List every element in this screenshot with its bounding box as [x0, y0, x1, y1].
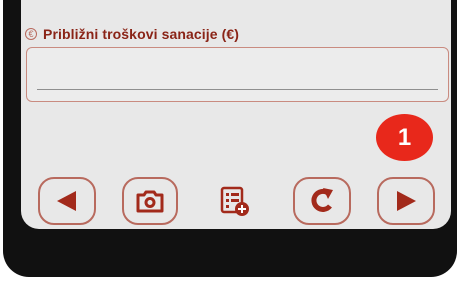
camera-icon: [136, 190, 164, 213]
refresh-button[interactable]: [293, 177, 351, 225]
refresh-icon: [311, 188, 333, 212]
add-list-button[interactable]: [212, 177, 256, 225]
repair-cost-input[interactable]: [26, 47, 449, 102]
input-underline: [37, 89, 438, 90]
field-label: Približni troškovi sanacije (€): [43, 26, 240, 42]
euro-circle-icon: €: [25, 28, 37, 40]
arrow-left-icon: [57, 191, 76, 211]
camera-button[interactable]: [122, 177, 178, 225]
field-label-row: € Približni troškovi sanacije (€): [25, 26, 239, 42]
forward-button[interactable]: [377, 177, 435, 225]
step-badge: 1: [376, 114, 433, 161]
list-add-icon: [220, 186, 249, 216]
arrow-right-icon: [397, 191, 416, 211]
back-button[interactable]: [38, 177, 96, 225]
